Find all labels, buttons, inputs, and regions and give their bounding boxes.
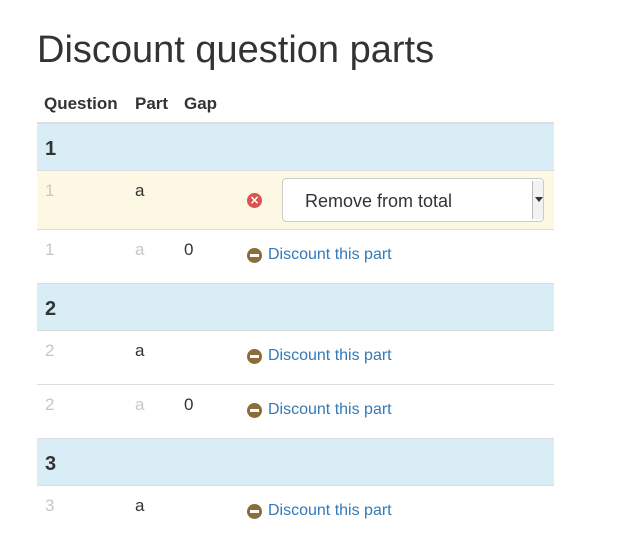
row-gap-label: 0 <box>184 395 194 414</box>
question-group-row: 2 <box>37 284 554 331</box>
row-part-label: a <box>135 181 145 200</box>
row-gap-label: 0 <box>184 240 194 259</box>
discount-part-link[interactable]: Discount this part <box>247 401 392 419</box>
discount-part-link[interactable]: Discount this part <box>247 502 392 520</box>
question-group-label: 2 <box>45 298 57 320</box>
row-part-label: a <box>135 496 145 515</box>
discount-type-select[interactable]: Remove from total <box>282 178 544 222</box>
discount-type-value: Remove from total <box>305 191 453 211</box>
page-title: Discount question parts <box>37 29 435 71</box>
chevron-down-icon[interactable] <box>532 181 543 219</box>
remove-discount-icon[interactable]: × <box>247 193 262 208</box>
discount-part-link[interactable]: Discount this part <box>247 246 392 264</box>
table-row: 1 a 0 Discount this part <box>37 230 554 284</box>
table-row: 2 a 0 Discount this part <box>37 385 554 439</box>
minus-circle-icon <box>247 348 262 364</box>
minus-circle-icon <box>247 503 262 519</box>
discount-part-link-label: Discount this part <box>268 246 392 263</box>
question-group-label: 1 <box>45 138 57 160</box>
row-question-number: 2 <box>45 395 55 414</box>
row-question-number: 3 <box>45 496 55 515</box>
row-part-label: a <box>135 341 145 360</box>
discount-part-link-label: Discount this part <box>268 502 392 519</box>
question-group-label: 3 <box>45 453 57 475</box>
question-group-row: 3 <box>37 439 554 486</box>
table-row: 2 a Discount this part <box>37 331 554 385</box>
discount-part-link[interactable]: Discount this part <box>247 347 392 365</box>
discount-part-link-label: Discount this part <box>268 347 392 364</box>
row-part-label: a <box>135 395 145 414</box>
table-header: Question Part Gap <box>37 86 554 124</box>
row-question-number: 2 <box>45 341 55 360</box>
table-row: 3 a Discount this part <box>37 486 554 539</box>
column-header-question: Question <box>44 94 118 113</box>
minus-circle-icon <box>247 247 262 263</box>
column-header-gap: Gap <box>184 94 218 113</box>
table-row-discounted: 1 a × Remove from total <box>37 171 554 230</box>
row-question-number: 1 <box>45 240 55 259</box>
row-question-number: 1 <box>45 181 55 200</box>
discount-part-link-label: Discount this part <box>268 401 392 418</box>
column-header-part: Part <box>135 94 169 113</box>
question-group-row: 1 <box>37 124 554 171</box>
minus-circle-icon <box>247 402 262 418</box>
row-part-label: a <box>135 240 145 259</box>
discount-parts-table: Question Part Gap 1 1 a × Remove from to… <box>37 86 554 539</box>
